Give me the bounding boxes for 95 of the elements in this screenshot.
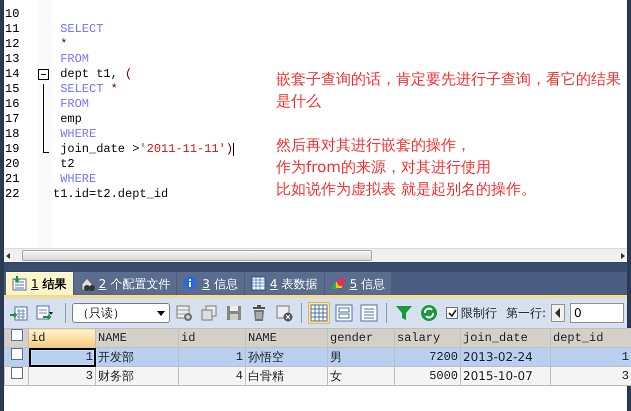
- grid-view-icon: [310, 304, 328, 322]
- line-number: 17: [4, 112, 20, 127]
- check-icon: [448, 308, 456, 318]
- column-header[interactable]: NAME: [246, 328, 328, 348]
- line-number: 14: [4, 67, 20, 82]
- line-number: 12: [4, 37, 20, 52]
- code-line: SELECT: [59, 22, 104, 37]
- code-line: t2: [59, 157, 75, 172]
- collapse-icon[interactable]: [38, 69, 49, 80]
- annotation-text: 嵌套子查询的话，肯定要先进行子查询，看它的结果是什么: [276, 69, 622, 112]
- table-cell: 7200: [394, 348, 460, 366]
- code-line: join_date >'2011-11-11'): [59, 142, 234, 157]
- table-cell: 4: [178, 366, 246, 386]
- tab[interactable]: 4 表数据: [244, 272, 324, 295]
- column-header[interactable]: id: [178, 328, 246, 348]
- line-number: 16: [4, 97, 20, 112]
- annotation-text: 作为from的来源，对其进行使用: [276, 157, 492, 178]
- tab[interactable]: 5 信息: [324, 272, 392, 295]
- table-cell: 1: [550, 348, 631, 366]
- shapes-icon: [330, 276, 346, 291]
- limit-rows-checkbox[interactable]: [446, 307, 458, 319]
- text-view-icon: [360, 304, 378, 322]
- annotation-text: 然后再对其进行嵌套的操作，: [276, 135, 472, 156]
- annotation-text: 比如说作为虚拟表 就是起别名的操作。: [276, 179, 537, 200]
- line-number: 11: [4, 22, 20, 37]
- mode-dropdown[interactable]: （只读）: [72, 303, 170, 323]
- table-cell: 3: [550, 366, 631, 386]
- table-cell: 女: [328, 366, 394, 386]
- line-number: 22: [4, 187, 20, 202]
- line-number: 21: [4, 172, 20, 187]
- column-header[interactable]: salary: [394, 328, 460, 348]
- row-checkbox[interactable]: [10, 368, 22, 379]
- column-header[interactable]: gender: [328, 328, 394, 348]
- scrollbar-thumb[interactable]: [22, 250, 372, 261]
- code-line: dept t1, (: [59, 67, 132, 82]
- code-line: *: [59, 37, 68, 52]
- info-icon: [183, 276, 198, 291]
- table-cell: 财务部: [96, 366, 178, 386]
- table-cell: 1: [178, 348, 246, 366]
- house-icon: [80, 276, 95, 291]
- add-row-icon: [175, 304, 193, 322]
- first-row-field[interactable]: 0: [570, 303, 624, 323]
- save-icon: [225, 304, 243, 322]
- table-cell: 开发部: [96, 348, 178, 366]
- table-cell: 孙悟空: [246, 348, 328, 366]
- tab[interactable]: 1 结果: [6, 272, 73, 295]
- scroll-right-icon[interactable]: [619, 252, 627, 260]
- first-row-label: 第一行:: [506, 305, 546, 322]
- refresh-button[interactable]: [418, 302, 440, 324]
- table-cell: 3: [28, 366, 96, 386]
- filter-icon: [395, 304, 413, 322]
- grid-view-button[interactable]: [308, 302, 330, 324]
- code-line: t1.id=t2.dept_id: [53, 187, 168, 202]
- previous-icon: [551, 304, 566, 322]
- caret-icon: [157, 310, 165, 316]
- code-line: FROM: [59, 97, 90, 112]
- limit-rows-label: 限制行: [461, 305, 497, 322]
- delete-icon: [250, 304, 268, 322]
- column-header[interactable]: dept_id: [550, 328, 631, 348]
- code-line: SELECT *: [59, 82, 118, 97]
- table-cell: 白骨精: [246, 366, 328, 386]
- column-header[interactable]: id: [28, 328, 96, 348]
- table-icon: [250, 276, 266, 291]
- scroll-left-icon[interactable]: [4, 252, 12, 260]
- code-line: WHERE: [59, 127, 96, 142]
- column-header[interactable]: NAME: [96, 328, 178, 348]
- duplicate-row-icon: [200, 304, 218, 322]
- line-number: 15: [4, 82, 20, 97]
- line-number: 13: [4, 52, 20, 67]
- row-checkbox[interactable]: [10, 348, 22, 360]
- table-cell: 1: [28, 348, 96, 366]
- form-view-button[interactable]: [333, 302, 355, 324]
- export-icon: [10, 304, 28, 322]
- table-cell: 男: [328, 348, 394, 366]
- code-line: WHERE: [59, 172, 96, 187]
- tab[interactable]: 3 信息: [177, 272, 244, 295]
- table-download-icon: [12, 276, 27, 291]
- line-number: 10: [4, 7, 20, 22]
- line-number: 20: [4, 157, 20, 172]
- horizontal-scrollbar[interactable]: [4, 248, 627, 262]
- refresh-icon: [420, 304, 438, 322]
- text-view-button[interactable]: [358, 302, 380, 324]
- line-number: 19: [4, 142, 20, 157]
- select-all-checkbox[interactable]: [10, 330, 22, 341]
- cancel-icon: [275, 304, 293, 322]
- table-cell: 5000: [394, 366, 460, 386]
- column-header[interactable]: join_date: [460, 328, 550, 348]
- tab[interactable]: 2 个配置文件: [74, 272, 176, 295]
- line-number: 18: [4, 127, 20, 142]
- code-line: FROM: [59, 52, 90, 67]
- code-line: emp: [59, 112, 82, 127]
- table-cell: 2015-10-07: [460, 366, 550, 386]
- table-cell: 2013-02-24: [460, 348, 550, 366]
- previous-button[interactable]: [549, 302, 568, 324]
- form-view-icon: [335, 304, 353, 322]
